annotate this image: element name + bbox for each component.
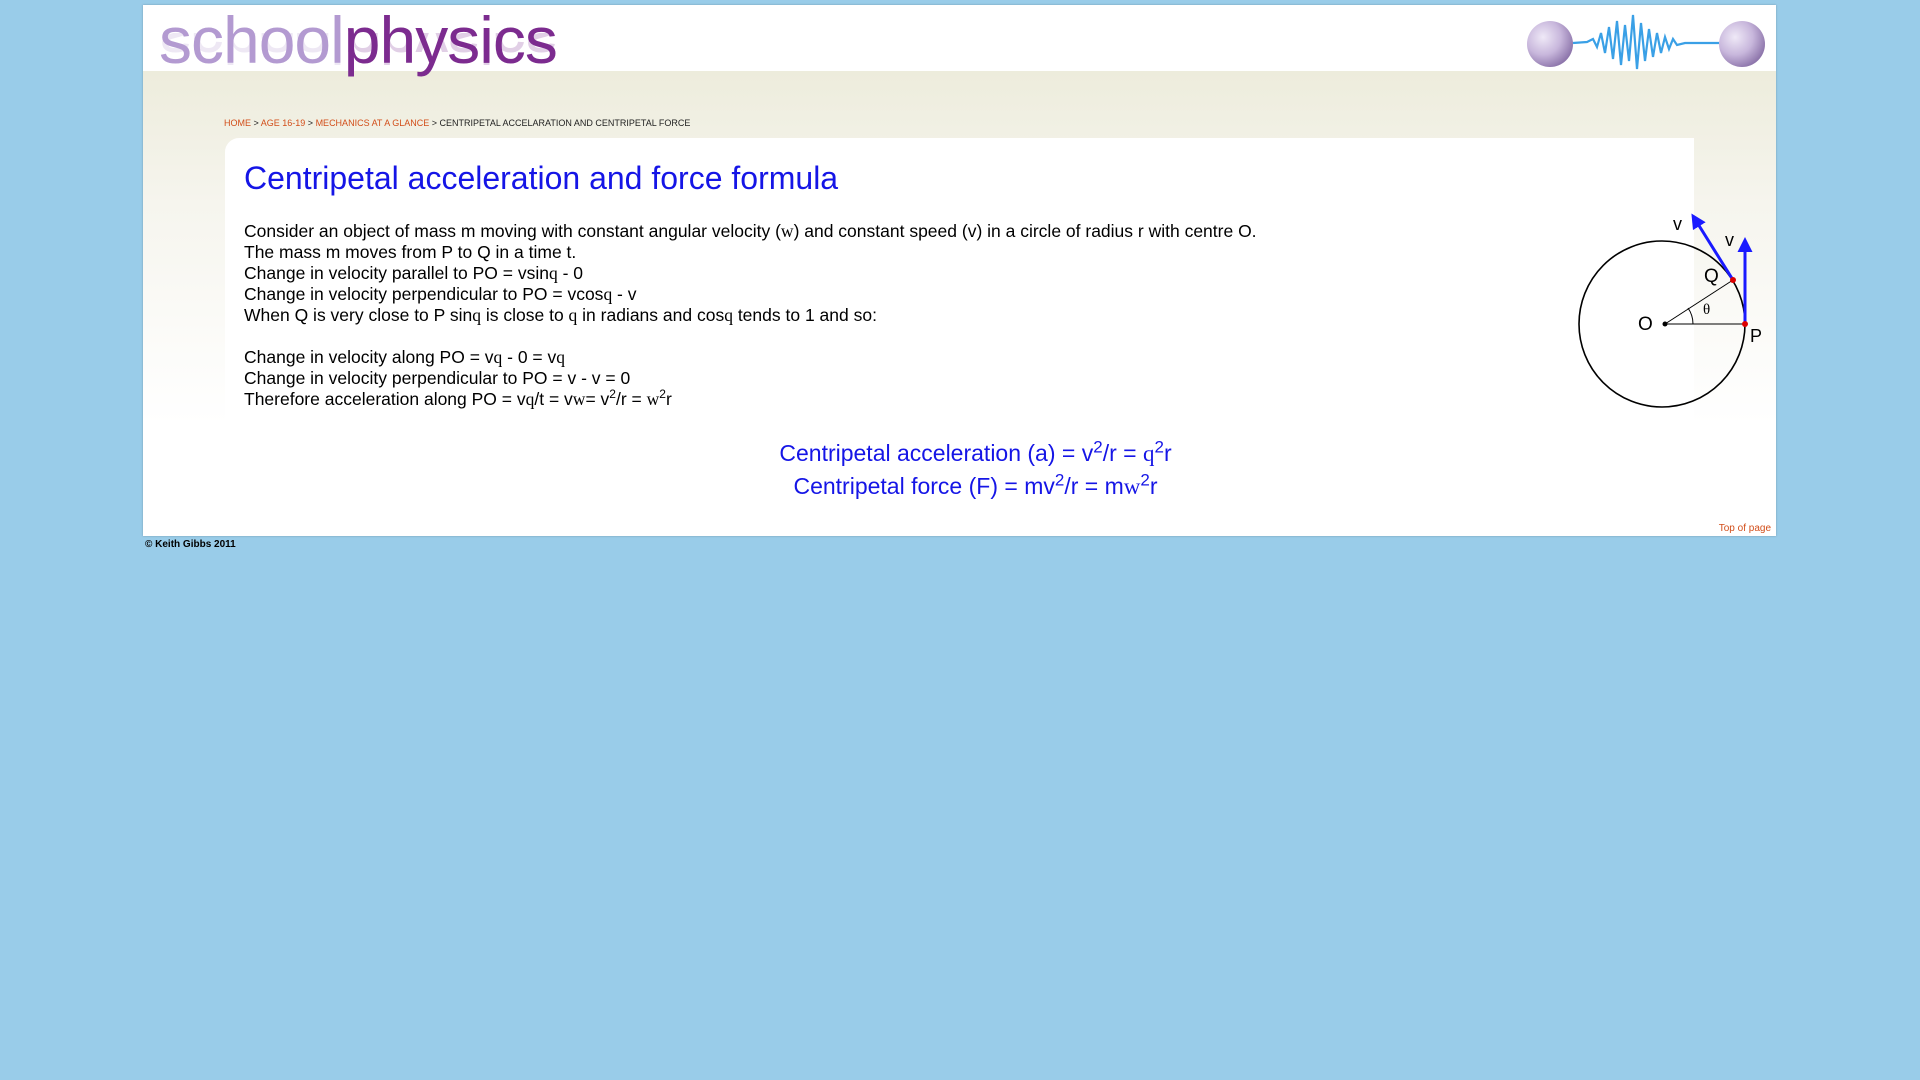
text-line: The mass m moves from P to Q in a time t… xyxy=(244,242,577,262)
label-v-q: v xyxy=(1673,214,1682,234)
top-of-page-link[interactable]: Top of page xyxy=(1719,523,1771,534)
breadcrumb-separator: > xyxy=(429,118,440,128)
breadcrumb-separator: > xyxy=(251,118,261,128)
label-p: P xyxy=(1750,326,1762,346)
formula-box: Centripetal acceleration (a) = v2/r = q2… xyxy=(244,437,1707,503)
breadcrumb-separator: > xyxy=(305,118,316,128)
text-line: When Q is very close to P sinq is close … xyxy=(244,305,877,325)
label-o: O xyxy=(1638,314,1653,335)
logo-reflection: schoolphysics xyxy=(159,33,557,73)
copyright-notice: © Keith Gibbs 2011 xyxy=(145,539,236,550)
text-line: Therefore acceleration along PO = vq/t =… xyxy=(244,387,672,409)
point-o xyxy=(1662,321,1668,327)
page-container: schoolphysics schoolphysics HOME > AGE 1… xyxy=(143,5,1776,536)
point-p xyxy=(1742,321,1748,327)
breadcrumb-home-link[interactable]: HOME xyxy=(224,118,251,128)
angle-arc xyxy=(1687,307,1694,325)
force-formula: Centripetal force (F) = mv2/r = mw2r xyxy=(793,470,1158,499)
label-v-p: v xyxy=(1725,230,1734,250)
page-title: Centripetal acceleration and force formu… xyxy=(244,160,839,196)
text-line: Change in velocity parallel to PO = vsin… xyxy=(244,263,583,283)
label-q: Q xyxy=(1704,266,1719,287)
wave-banner-icon xyxy=(1527,14,1765,70)
text-line: Change in velocity perpendicular to PO =… xyxy=(244,368,631,388)
acceleration-formula: Centripetal acceleration (a) = v2/r = q2… xyxy=(779,437,1172,466)
text-line: Change in velocity perpendicular to PO =… xyxy=(244,284,637,304)
label-theta: θ xyxy=(1703,302,1710,318)
radius-oq xyxy=(1664,279,1734,325)
breadcrumb-age-link[interactable]: AGE 16-19 xyxy=(261,118,306,128)
circular-motion-diagram: v v Q θ O P xyxy=(1578,213,1762,408)
explanation-text: Consider an object of mass m moving with… xyxy=(244,221,1257,410)
text-line: Change in velocity along PO = vq - 0 = v… xyxy=(244,347,566,367)
breadcrumb-mechanics-link[interactable]: MECHANICS AT A GLANCE xyxy=(316,118,430,128)
breadcrumb-current: CENTRIPETAL ACCELARATION AND CENTRIPETAL… xyxy=(439,118,691,128)
point-q xyxy=(1730,277,1736,283)
breadcrumb: HOME > AGE 16-19 > MECHANICS AT A GLANCE… xyxy=(224,118,690,128)
text-line: Consider an object of mass m moving with… xyxy=(244,221,1257,241)
site-logo[interactable]: schoolphysics schoolphysics xyxy=(159,7,558,73)
